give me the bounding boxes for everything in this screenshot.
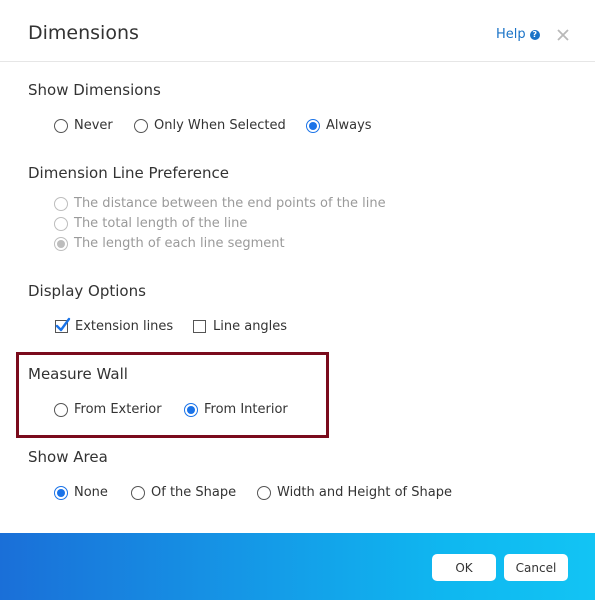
dialog-title: Dimensions [28, 22, 139, 44]
show-dimensions-never-radio[interactable]: Never [54, 118, 113, 133]
option-label: Of the Shape [151, 485, 237, 500]
show-dimensions-title: Show Dimensions [28, 81, 161, 99]
help-label: Help [496, 27, 526, 42]
option-label: Width and Height of Shape [277, 485, 452, 500]
dialog-footer: OK Cancel [0, 533, 595, 600]
show-area-title: Show Area [28, 448, 108, 466]
line-preference-each-segment-radio: The length of each line segment [54, 236, 285, 251]
checkmark-icon [55, 317, 71, 332]
line-angles-checkbox[interactable]: Line angles [193, 319, 287, 334]
dimension-line-preference-title: Dimension Line Preference [28, 164, 229, 182]
radio-circle [54, 216, 68, 231]
checkbox-box[interactable] [193, 320, 206, 333]
option-label: Extension lines [75, 319, 174, 334]
radio-circle [54, 236, 68, 251]
radio-circle[interactable] [257, 485, 271, 500]
option-label: Never [74, 118, 113, 133]
radio-circle[interactable] [54, 485, 68, 500]
extension-lines-checkbox[interactable]: Extension lines [55, 317, 174, 334]
option-label: Always [326, 118, 372, 133]
show-dimensions-only-when-selected-radio[interactable]: Only When Selected [134, 118, 286, 133]
option-label: The length of each line segment [74, 236, 285, 251]
option-label: The distance between the end points of t… [74, 196, 386, 211]
show-area-of-the-shape-radio[interactable]: Of the Shape [131, 485, 236, 500]
option-label: The total length of the line [74, 216, 248, 231]
show-area-none-radio[interactable]: None [54, 485, 108, 500]
radio-circle[interactable] [134, 118, 148, 133]
option-label: Line angles [213, 319, 288, 334]
radio-circle[interactable] [131, 485, 145, 500]
option-label: Only When Selected [154, 118, 286, 133]
option-label: From Interior [204, 402, 288, 417]
radio-circle [54, 196, 68, 211]
measure-wall-from-interior-radio[interactable]: From Interior [184, 402, 288, 417]
dialog-header: Dimensions Help ? [0, 0, 595, 62]
option-label: From Exterior [74, 402, 162, 417]
radio-circle[interactable] [54, 402, 68, 417]
help-link[interactable]: Help ? [496, 27, 540, 42]
radio-circle[interactable] [184, 402, 198, 417]
line-preference-end-points-radio: The distance between the end points of t… [54, 196, 386, 211]
display-options-title: Display Options [28, 282, 146, 300]
line-preference-total-length-radio: The total length of the line [54, 216, 247, 231]
radio-circle[interactable] [54, 118, 68, 133]
radio-circle[interactable] [306, 118, 320, 133]
option-label: None [74, 485, 108, 500]
close-icon[interactable] [555, 27, 571, 43]
show-dimensions-always-radio[interactable]: Always [306, 118, 372, 133]
measure-wall-title: Measure Wall [28, 365, 128, 383]
cancel-button[interactable]: Cancel [504, 554, 568, 581]
show-area-width-height-radio[interactable]: Width and Height of Shape [257, 485, 452, 500]
checkbox-box[interactable] [55, 317, 71, 333]
measure-wall-from-exterior-radio[interactable]: From Exterior [54, 402, 162, 417]
ok-button[interactable]: OK [432, 554, 496, 581]
question-circle-icon: ? [529, 29, 540, 40]
